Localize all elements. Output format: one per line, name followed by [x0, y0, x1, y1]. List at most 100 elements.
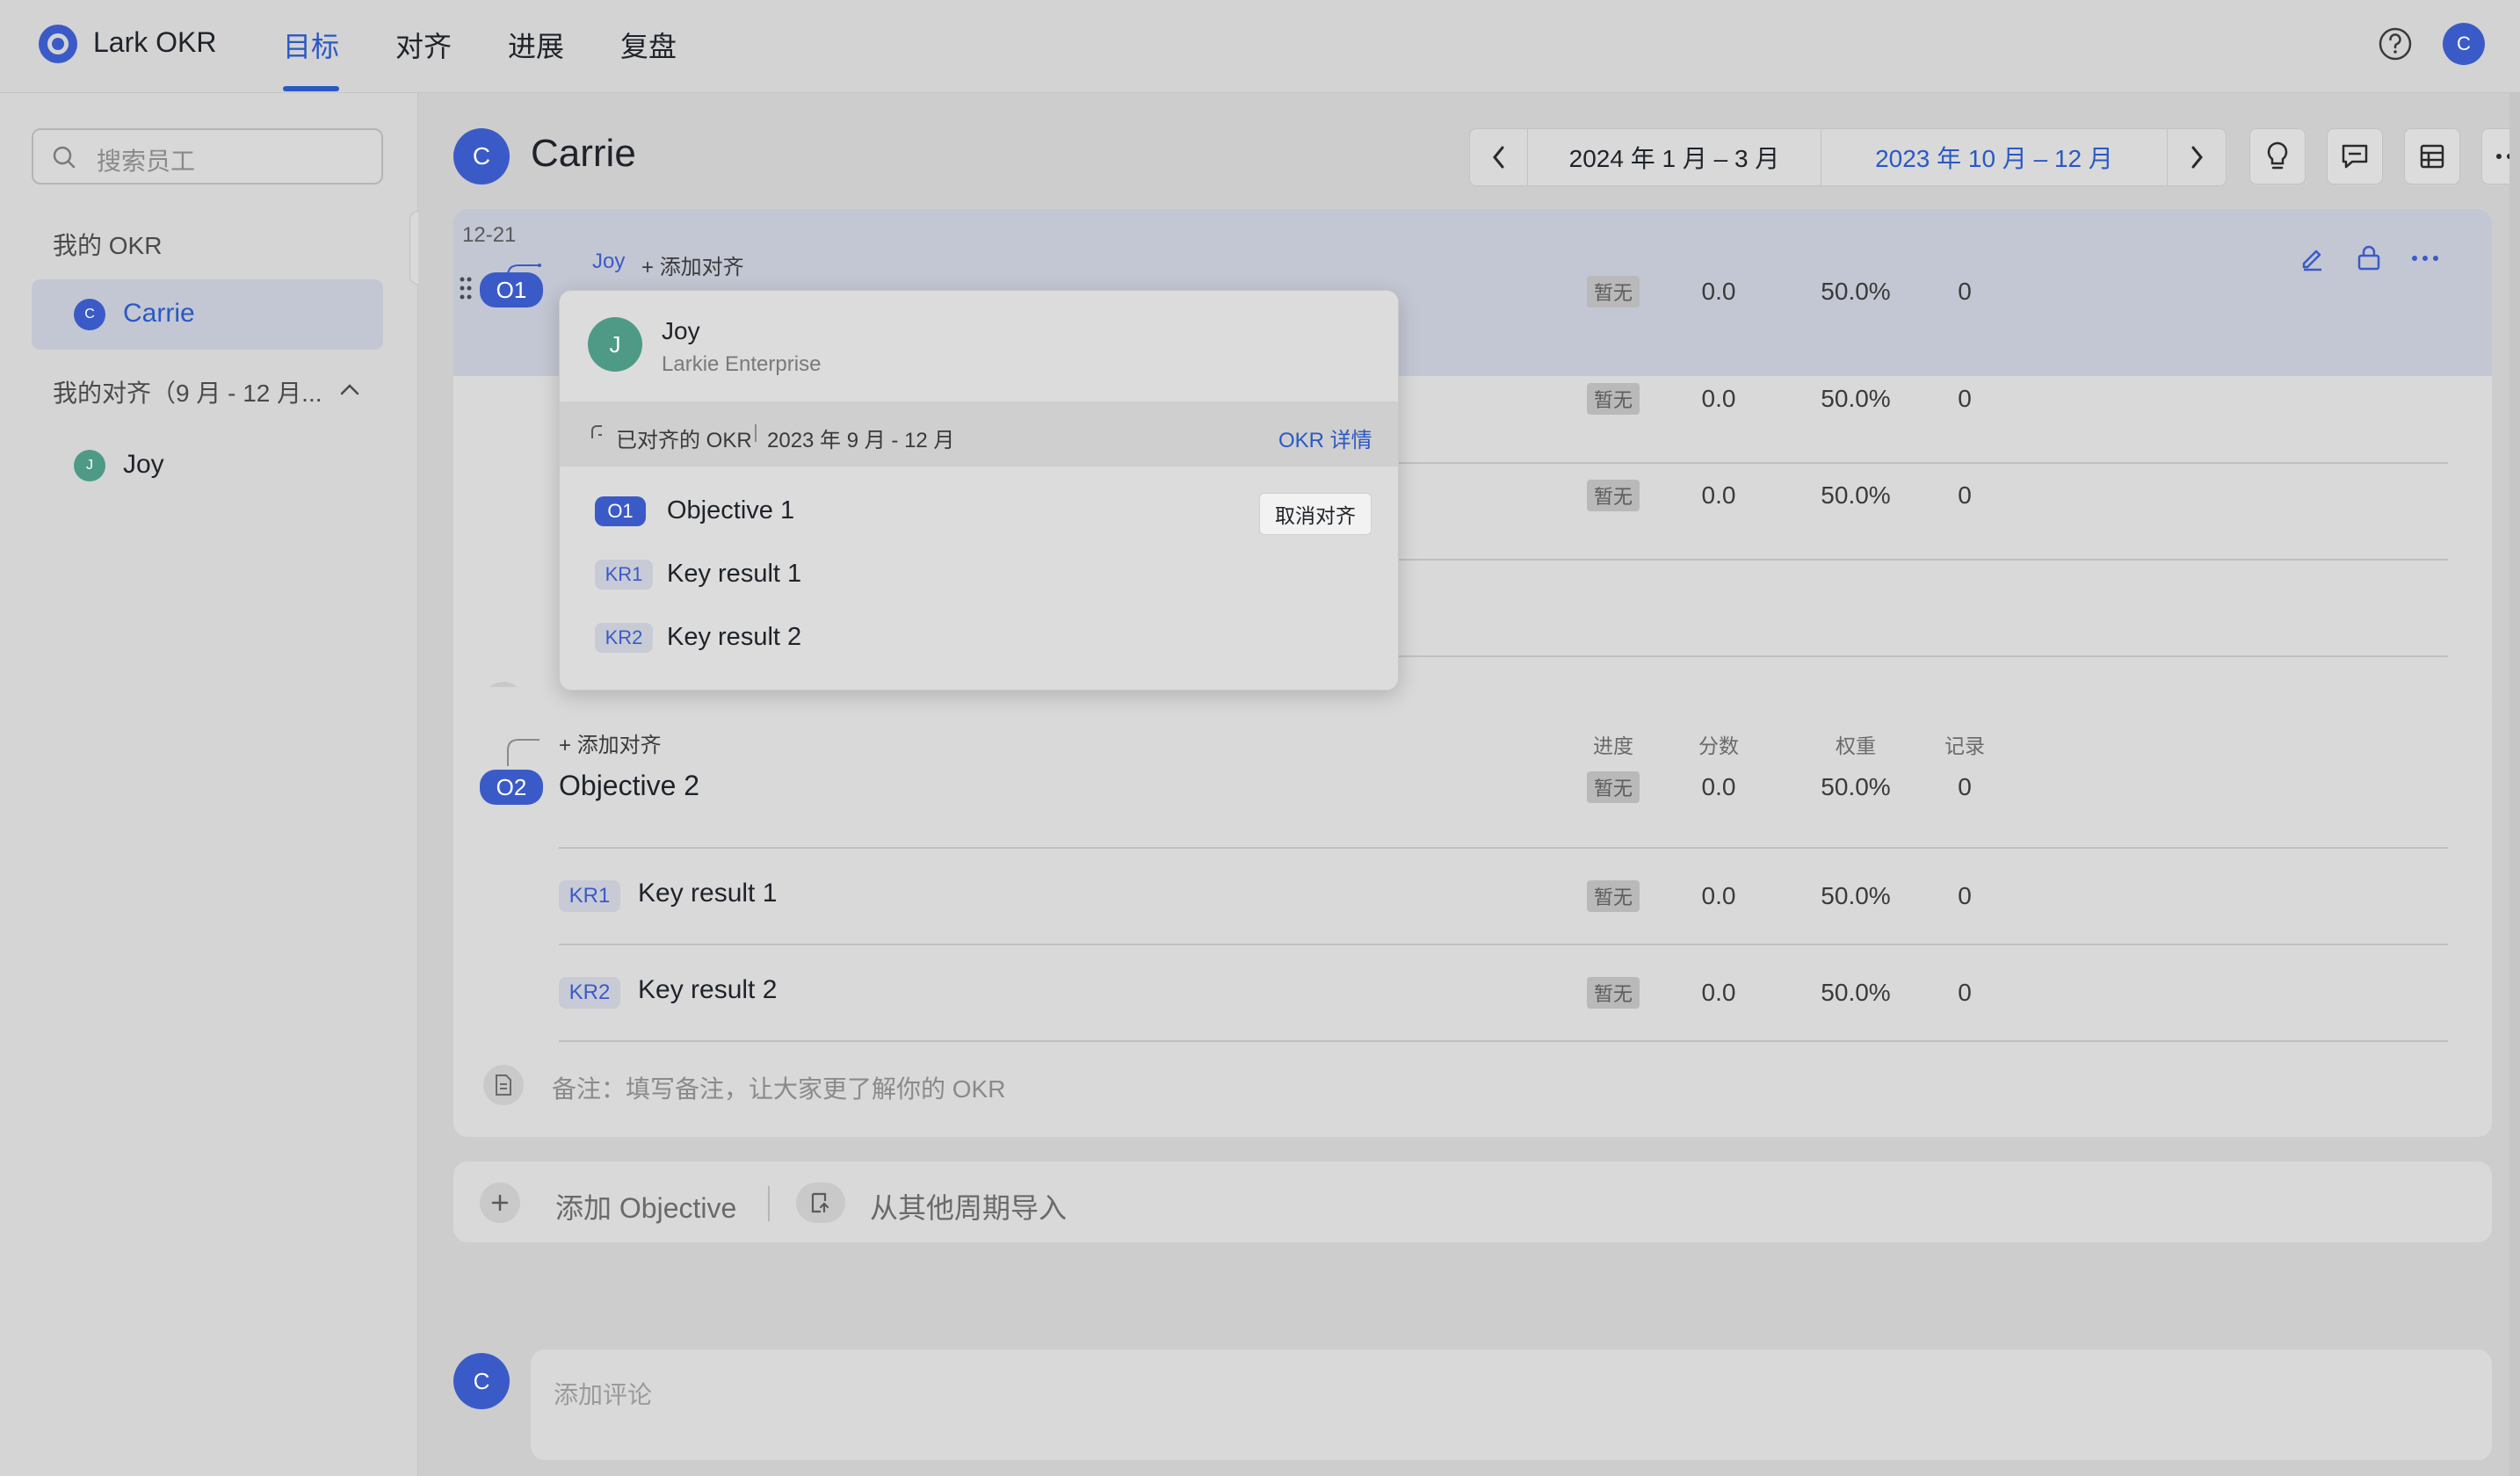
search-icon: [51, 144, 77, 170]
score-value: 0.0: [1701, 882, 1736, 909]
objective-badge: O1: [595, 496, 646, 526]
tab-align[interactable]: 对齐: [395, 25, 452, 65]
records-value: 0: [1958, 481, 1972, 509]
kr-stats-row: 暂无 0.0 50.0% 0: [1587, 879, 2466, 914]
search-input[interactable]: 搜索员工: [32, 128, 383, 184]
sidebar-item-label: Carrie: [123, 299, 195, 328]
aligned-okr-period: 2023 年 9 月 - 12 月: [767, 429, 955, 452]
comment-icon[interactable]: [2327, 128, 2383, 184]
records-value: 0: [1958, 385, 1972, 412]
kr-badge: KR2: [559, 977, 620, 1009]
column-header-progress: 进度: [1593, 734, 1633, 757]
kr-title[interactable]: Key result 2: [638, 975, 777, 1005]
aligned-objective-title[interactable]: Objective 1: [667, 496, 794, 525]
kr-stats-row: 暂无 0.0 50.0% 0: [1587, 975, 2466, 1010]
divider: [559, 944, 2448, 945]
add-alignment-button[interactable]: + 添加对齐: [559, 727, 662, 758]
import-from-period-button[interactable]: 从其他周期导入: [870, 1186, 1067, 1226]
unalign-button[interactable]: 取消对齐: [1259, 493, 1372, 535]
next-period-button[interactable]: [2168, 129, 2226, 185]
chevron-up-icon[interactable]: [337, 378, 362, 402]
aligned-okr-label: 已对齐的 OKR: [616, 429, 752, 452]
help-icon[interactable]: [2378, 26, 2413, 62]
date-tag: 12-21: [462, 223, 517, 247]
kr-badge: KR2: [595, 623, 653, 653]
objective-actions-bar: 添加 Objective 从其他周期导入: [453, 1161, 2492, 1242]
records-value: 0: [1958, 278, 1972, 305]
column-header-score: 分数: [1698, 734, 1739, 757]
kr-badge: KR1: [559, 880, 620, 912]
lock-icon[interactable]: [2355, 244, 2383, 272]
records-value: 0: [1958, 882, 1972, 909]
kr-stats-row: 暂无 0.0 50.0% 0: [1587, 381, 2466, 416]
note-label: 备注：: [552, 1075, 626, 1103]
records-value: 0: [1958, 773, 1972, 800]
note-icon: [483, 1065, 524, 1105]
weight-value: 50.0%: [1821, 979, 1891, 1006]
popover-company: Larkie Enterprise: [662, 352, 822, 376]
weight-value: 50.0%: [1821, 773, 1891, 800]
alignment-connector-icon: [507, 739, 539, 766]
current-period-button[interactable]: 2024 年 1 月 – 3 月: [1528, 129, 1821, 185]
aligned-kr-title[interactable]: Key result 1: [667, 560, 801, 589]
lightbulb-icon[interactable]: [2249, 128, 2306, 184]
sidebar-item-joy[interactable]: J Joy: [32, 430, 383, 501]
sidebar-item-label: Joy: [123, 450, 164, 479]
top-navigation-bar: Lark OKR 目标 对齐 进展 复盘 C: [0, 0, 2520, 93]
weight-value: 50.0%: [1821, 481, 1891, 509]
scrollbar[interactable]: [2509, 93, 2520, 1476]
drag-handle-icon[interactable]: [459, 276, 473, 300]
tab-goals[interactable]: 目标: [283, 25, 339, 65]
note-input[interactable]: 填写备注，让大家更了解你的 OKR: [626, 1070, 1005, 1105]
alignment-popover: J Joy Larkie Enterprise 已对齐的 OKR 2023 年 …: [559, 290, 1399, 691]
weight-value: 50.0%: [1821, 882, 1891, 909]
chevron-right-icon: [2191, 146, 2203, 169]
plus-icon: +: [559, 734, 577, 757]
add-objective-button[interactable]: 添加 Objective: [555, 1186, 736, 1226]
kr-title[interactable]: Key result 1: [638, 879, 777, 908]
progress-status: 暂无: [1587, 977, 1640, 1009]
records-value: 0: [1958, 979, 1972, 1006]
aligned-okr-bar: 已对齐的 OKR 2023 年 9 月 - 12 月 OKR 详情: [560, 402, 1398, 467]
my-alignment-label[interactable]: 我的对齐（9 月 - 12 月...: [53, 374, 322, 409]
chevron-left-icon: [1492, 146, 1503, 169]
column-header-records: 记录: [1944, 734, 1985, 757]
tab-progress[interactable]: 进展: [508, 25, 564, 65]
table-view-icon[interactable]: [2404, 128, 2460, 184]
weight-value: 50.0%: [1821, 385, 1891, 412]
progress-status: 暂无: [1587, 383, 1640, 415]
previous-period-button[interactable]: [1470, 129, 1528, 185]
kr-stats-row: 暂无 0.0 50.0% 0: [1587, 478, 2466, 513]
objective-stats-row: 暂无 0.0 50.0% 0: [1587, 770, 2466, 805]
score-value: 0.0: [1701, 385, 1736, 412]
objective-badge: O1: [480, 272, 543, 308]
score-value: 0.0: [1701, 979, 1736, 1006]
column-headers: 进度 分数 权重 记录: [1587, 729, 2466, 759]
avatar: C: [74, 299, 105, 330]
plus-icon[interactable]: [480, 1183, 520, 1223]
active-tab-indicator: [283, 86, 339, 91]
app-name: Lark OKR: [93, 26, 217, 58]
import-icon[interactable]: [796, 1183, 845, 1223]
aligned-kr-title[interactable]: Key result 2: [667, 623, 801, 652]
edit-icon[interactable]: [2299, 244, 2327, 272]
okr-details-link[interactable]: OKR 详情: [1278, 423, 1372, 453]
avatar: J: [588, 317, 642, 372]
aligned-objective-link[interactable]: Joy: [592, 250, 625, 274]
popover-user-name: Joy: [662, 317, 700, 344]
progress-status: 暂无: [1587, 771, 1640, 803]
comment-input[interactable]: 添加评论: [531, 1349, 2492, 1460]
objective-stats-row: 暂无 0.0 50.0% 0: [1587, 274, 2466, 309]
user-avatar[interactable]: C: [2443, 23, 2485, 65]
alignment-icon: [590, 423, 607, 445]
progress-status: 暂无: [1587, 276, 1640, 308]
my-okr-label: 我的 OKR: [53, 232, 163, 259]
objective-title[interactable]: Objective 2: [559, 770, 699, 802]
more-options-icon[interactable]: [2411, 255, 2439, 262]
tab-review[interactable]: 复盘: [620, 25, 677, 65]
selected-period-button[interactable]: 2023 年 10 月 – 12 月: [1821, 129, 2168, 185]
sidebar-item-carrie[interactable]: C Carrie: [32, 279, 383, 350]
divider: [559, 847, 2448, 849]
add-alignment-button[interactable]: + 添加对齐: [641, 250, 744, 280]
search-placeholder: 搜索员工: [97, 148, 196, 175]
